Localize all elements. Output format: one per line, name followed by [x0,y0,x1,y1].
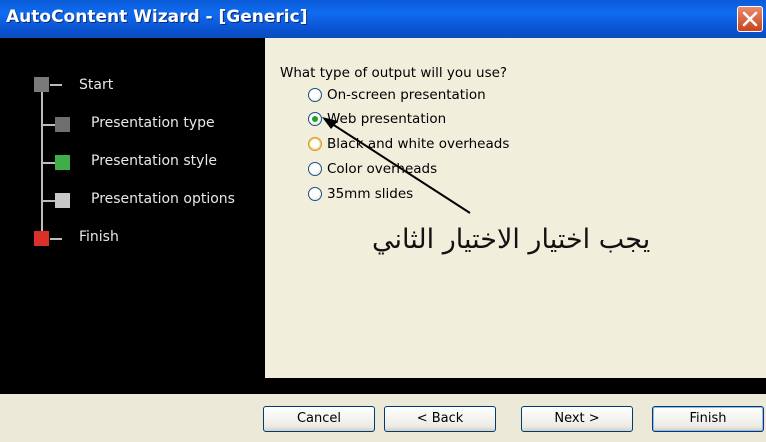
finish-button[interactable]: Finish [652,406,764,432]
annotation-text: يجب اختيار الاختيار الثاني [372,224,651,255]
cancel-button[interactable]: Cancel [263,406,375,432]
annotation-arrow [322,117,471,214]
next-button[interactable]: Next > [521,406,633,432]
back-button[interactable]: < Back [384,406,496,432]
bottom-divider [0,378,766,394]
